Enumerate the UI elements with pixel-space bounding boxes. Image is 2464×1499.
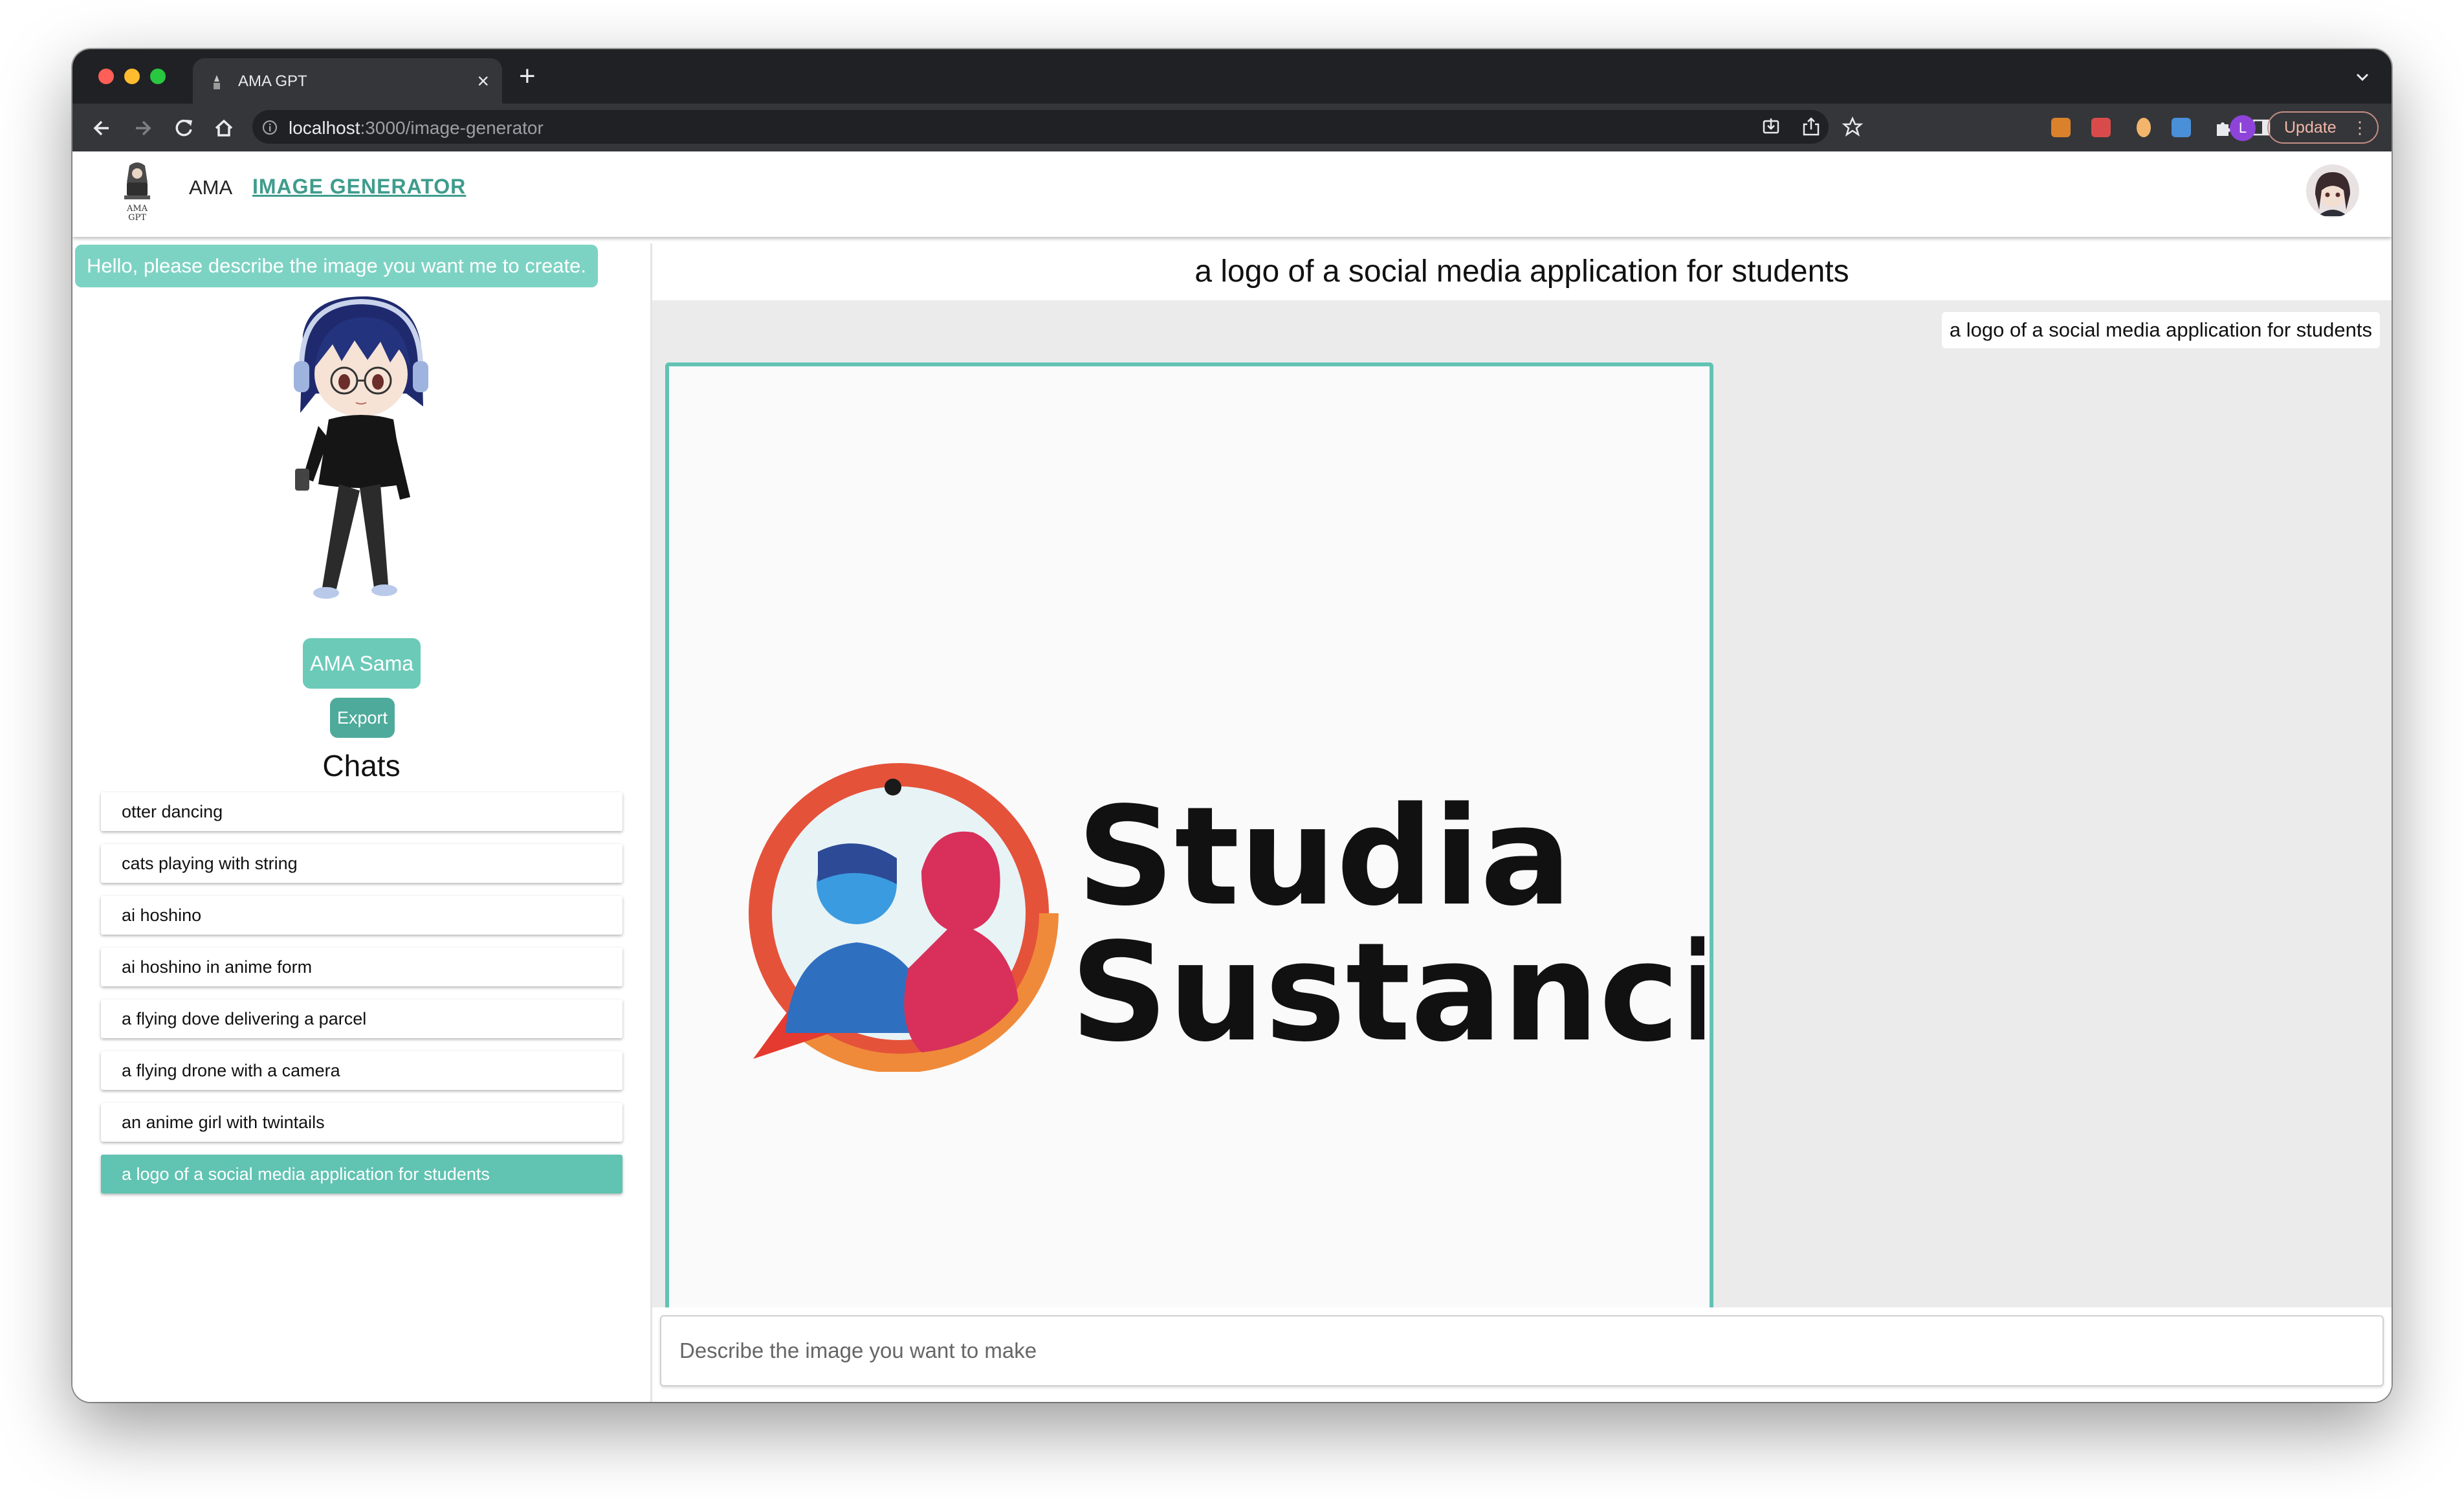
generated-logo-image: Studia Sustancia [739, 755, 1704, 1072]
share-icon[interactable] [1800, 116, 1822, 138]
anime-mascot-image [294, 296, 428, 599]
maximize-window-button[interactable] [150, 69, 166, 84]
tab-close-icon[interactable]: × [477, 69, 489, 93]
browser-tab[interactable]: AMA GPT × [193, 58, 502, 105]
logo-word-line2: Sustancia [1070, 913, 1704, 1072]
export-button[interactable]: Export [330, 698, 395, 738]
web-page: AMA GPT AMA IMAGE GENERATOR Hello, pleas… [72, 151, 2392, 1402]
browser-window: AMA GPT × + localhost:3000/image-generat… [72, 49, 2392, 1402]
profile-avatar[interactable]: L [2230, 115, 2256, 141]
tab-title: AMA GPT [238, 72, 307, 90]
metamask-extension-icon[interactable] [2051, 118, 2071, 137]
address-bar[interactable]: localhost:3000/image-generator [252, 110, 1864, 144]
update-button[interactable]: Update ⋮ [2267, 111, 2379, 144]
sidebar: Hello, please describe the image you wan… [72, 243, 652, 1402]
extension-red-icon[interactable] [2091, 118, 2111, 137]
chat-item-active[interactable]: a logo of a social media application for… [101, 1155, 622, 1194]
chat-item[interactable]: ai hoshino in anime form [101, 948, 622, 986]
new-tab-button[interactable]: + [519, 62, 536, 91]
forward-arrow-icon[interactable] [128, 114, 157, 142]
extension-orange-icon[interactable] [2137, 118, 2151, 137]
url-text: localhost:3000/image-generator [289, 118, 544, 138]
reload-icon[interactable] [170, 114, 198, 142]
browser-titlebar: AMA GPT × + [72, 49, 2392, 105]
logo-word-line1: Studia [1077, 777, 1572, 936]
app-logo[interactable]: AMA GPT [116, 161, 158, 225]
bot-greeting-bubble: Hello, please describe the image you wan… [75, 245, 598, 287]
logo-text: AMA GPT [126, 204, 148, 223]
ama-sama-button[interactable]: AMA Sama [303, 638, 421, 689]
nav-ama-link[interactable]: AMA [189, 176, 232, 199]
browser-toolbar: localhost:3000/image-generator L Update ⋮ [72, 104, 2392, 151]
tab-search-chevron-icon[interactable] [2351, 66, 2373, 88]
extension-blue-icon[interactable] [2172, 118, 2191, 137]
chats-heading: Chats [322, 749, 401, 783]
generated-image-frame: Studia Sustancia [665, 362, 1713, 1307]
minimize-window-button[interactable] [124, 69, 140, 84]
image-prompt-input[interactable] [660, 1315, 2384, 1386]
app-header: AMA GPT AMA IMAGE GENERATOR [72, 151, 2392, 237]
chat-item[interactable]: ai hoshino [101, 896, 622, 935]
hacker-logo-icon [124, 162, 150, 199]
chat-item[interactable]: a flying dove delivering a parcel [101, 999, 622, 1038]
chat-main-panel: a logo of a social media application for… [652, 243, 2392, 1402]
back-arrow-icon[interactable] [88, 114, 116, 142]
prompt-bar [652, 1307, 2392, 1402]
bookmark-star-icon[interactable] [1842, 116, 1864, 138]
chat-list: otter dancing cats playing with string a… [101, 792, 622, 1206]
install-app-icon[interactable] [1760, 116, 1782, 138]
home-icon[interactable] [210, 114, 238, 142]
chat-item[interactable]: a flying drone with a camera [101, 1051, 622, 1090]
user-message-bubble: a logo of a social media application for… [1941, 312, 2380, 348]
chat-item[interactable]: an anime girl with twintails [101, 1103, 622, 1142]
more-menu-icon[interactable]: ⋮ [2351, 113, 2368, 142]
chat-title: a logo of a social media application for… [652, 243, 2392, 300]
anime-avatar-icon [2315, 172, 2350, 216]
close-window-button[interactable] [98, 69, 114, 84]
site-info-icon[interactable] [261, 119, 278, 136]
nav-image-generator-link[interactable]: IMAGE GENERATOR [252, 175, 466, 199]
chat-item[interactable]: cats playing with string [101, 844, 622, 883]
chat-item[interactable]: otter dancing [101, 792, 622, 831]
user-avatar[interactable] [2306, 164, 2359, 217]
tab-favicon-icon [214, 75, 220, 89]
